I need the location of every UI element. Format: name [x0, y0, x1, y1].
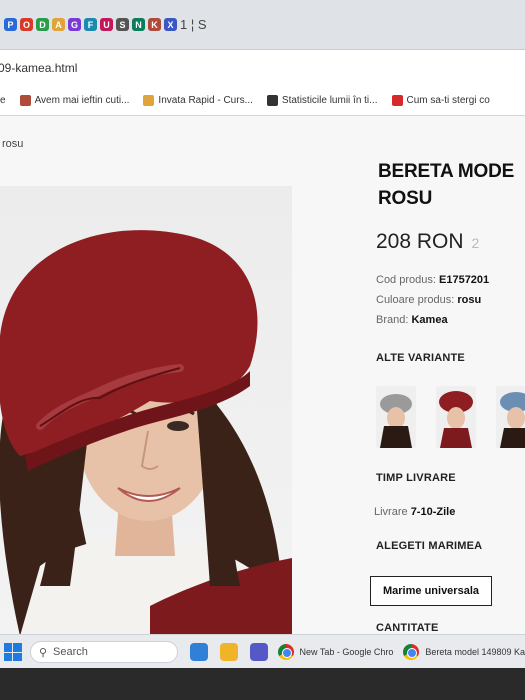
bookmark-favicon-icon — [266, 95, 278, 106]
tab-favicon-icon[interactable]: F — [84, 18, 97, 31]
bookmark-item[interactable]: Avem mai ieftin cuti... — [19, 95, 130, 106]
meta-value: Kamea — [411, 314, 448, 326]
taskbar-item-bereta[interactable]: Bereta model 149809 Ka — [403, 644, 525, 660]
meta-label: Cod produs: — [376, 274, 436, 286]
tab-favicon-icon[interactable]: S — [116, 18, 129, 31]
variants-heading: ALTE VARIANTE — [376, 352, 465, 364]
tab-favicon-icon[interactable]: P — [4, 18, 17, 31]
search-icon: ⚲ — [38, 646, 48, 659]
edge-icon[interactable] — [189, 643, 208, 661]
tab-favicon-icon[interactable]: G — [68, 18, 81, 31]
monitor-bezel — [0, 668, 525, 700]
variant-image — [496, 386, 525, 448]
screen: PODAGFUSNKX1 ¦ S 09-kamea.html e Avem mai… — [0, 0, 525, 700]
size-option-button[interactable]: Marime universala — [370, 576, 492, 606]
tab-strip-text: 1 ¦ S — [180, 17, 207, 32]
delivery-label: Livrare — [374, 506, 408, 518]
delivery-value: 7-10-Zile — [410, 506, 456, 518]
bookmark-favicon-icon — [391, 95, 403, 106]
bookmark-item[interactable]: Statisticile lumii în ti... — [266, 95, 378, 106]
quantity-heading: CANTITATE — [376, 622, 439, 634]
bookmark-label: Avem mai ieftin cuti... — [34, 95, 130, 106]
size-heading: ALEGETI MARIMEA — [376, 540, 483, 552]
tab-favicon-icon[interactable]: U — [100, 18, 113, 31]
tab-favicon-icon[interactable]: X — [164, 18, 177, 31]
bookmark-item[interactable]: Cum sa-ti stergi co — [391, 95, 490, 106]
file-explorer-icon[interactable] — [219, 643, 238, 661]
variant-thumbnail-rosu[interactable] — [436, 386, 476, 448]
tab-favicon-icon[interactable]: O — [20, 18, 33, 31]
model-wearing-beret-illustration — [0, 230, 292, 634]
taskbar-item-new-tab[interactable]: New Tab - Google Chro — [277, 644, 394, 660]
price-old: 2 — [471, 235, 480, 251]
product-code: Cod produs: E1757201 — [376, 274, 489, 286]
tab-favicon-icon[interactable]: D — [36, 18, 49, 31]
url-text[interactable]: 09-kamea.html — [0, 61, 77, 75]
delivery-heading: TIMP LIVRARE — [376, 472, 456, 484]
taskbar-search[interactable]: ⚲ Search — [29, 641, 178, 663]
bookmark-item[interactable]: Invata Rapid - Curs... — [143, 95, 253, 106]
meta-label: Brand: — [376, 314, 409, 326]
delivery-info: Livrare 7-10-Zile — [374, 506, 455, 518]
tab-favicon-icon[interactable]: K — [148, 18, 161, 31]
bookmark-favicon-icon — [143, 95, 155, 106]
meta-label: Culoare produs: — [376, 294, 455, 306]
variant-thumbnail-albastru[interactable] — [496, 386, 525, 448]
chrome-icon — [403, 644, 420, 660]
variant-image — [436, 386, 476, 448]
tab-favicon-icon[interactable]: N — [132, 18, 145, 31]
product-brand: Brand: Kamea — [376, 314, 448, 326]
variant-thumbnail-gri[interactable] — [376, 386, 416, 448]
meta-value: rosu — [457, 294, 482, 306]
bookmark-item[interactable]: e — [0, 95, 6, 106]
bookmarks-bar: e Avem mai ieftin cuti... Invata Rapid - C… — [0, 86, 525, 116]
meta-value: E1757201 — [439, 274, 490, 286]
taskbar-item-label: New Tab - Google Chro — [299, 647, 394, 657]
price: 208 RON 2 — [376, 230, 479, 254]
product-title: BERETA MODE ROSU — [378, 158, 514, 212]
breadcrumb[interactable]: rosu — [2, 138, 23, 150]
product-color: Culoare produs: rosu — [376, 294, 481, 306]
price-current: 208 RON — [376, 230, 464, 253]
search-placeholder: Search — [53, 646, 88, 658]
windows-start-icon[interactable] — [4, 643, 22, 661]
product-photo[interactable] — [0, 186, 292, 634]
title-line-1: BERETA MODE — [378, 161, 515, 182]
product-details: BERETA MODE ROSU 208 RON 2 Cod produs: E1… — [370, 116, 525, 634]
bookmark-label: Cum sa-ti stergi co — [406, 95, 490, 106]
chrome-icon — [277, 644, 294, 660]
bookmark-label: Statisticile lumii în ti... — [281, 95, 378, 106]
variant-image — [376, 386, 416, 448]
teams-icon[interactable] — [249, 643, 268, 661]
product-page: rosu BERETA MODE ROSU 208 RON 2 Cod prod… — [0, 116, 525, 634]
tab-favicon-icon[interactable]: A — [52, 18, 65, 31]
taskbar-item-label: Bereta model 149809 Ka — [425, 647, 525, 657]
bookmark-label: Invata Rapid - Curs... — [158, 95, 253, 106]
bookmark-favicon-icon — [19, 95, 31, 106]
address-bar[interactable]: 09-kamea.html — [0, 50, 525, 86]
tab-strip: PODAGFUSNKX1 ¦ S — [0, 0, 525, 50]
title-line-2: ROSU — [378, 188, 433, 209]
bookmark-label: e — [0, 95, 6, 106]
